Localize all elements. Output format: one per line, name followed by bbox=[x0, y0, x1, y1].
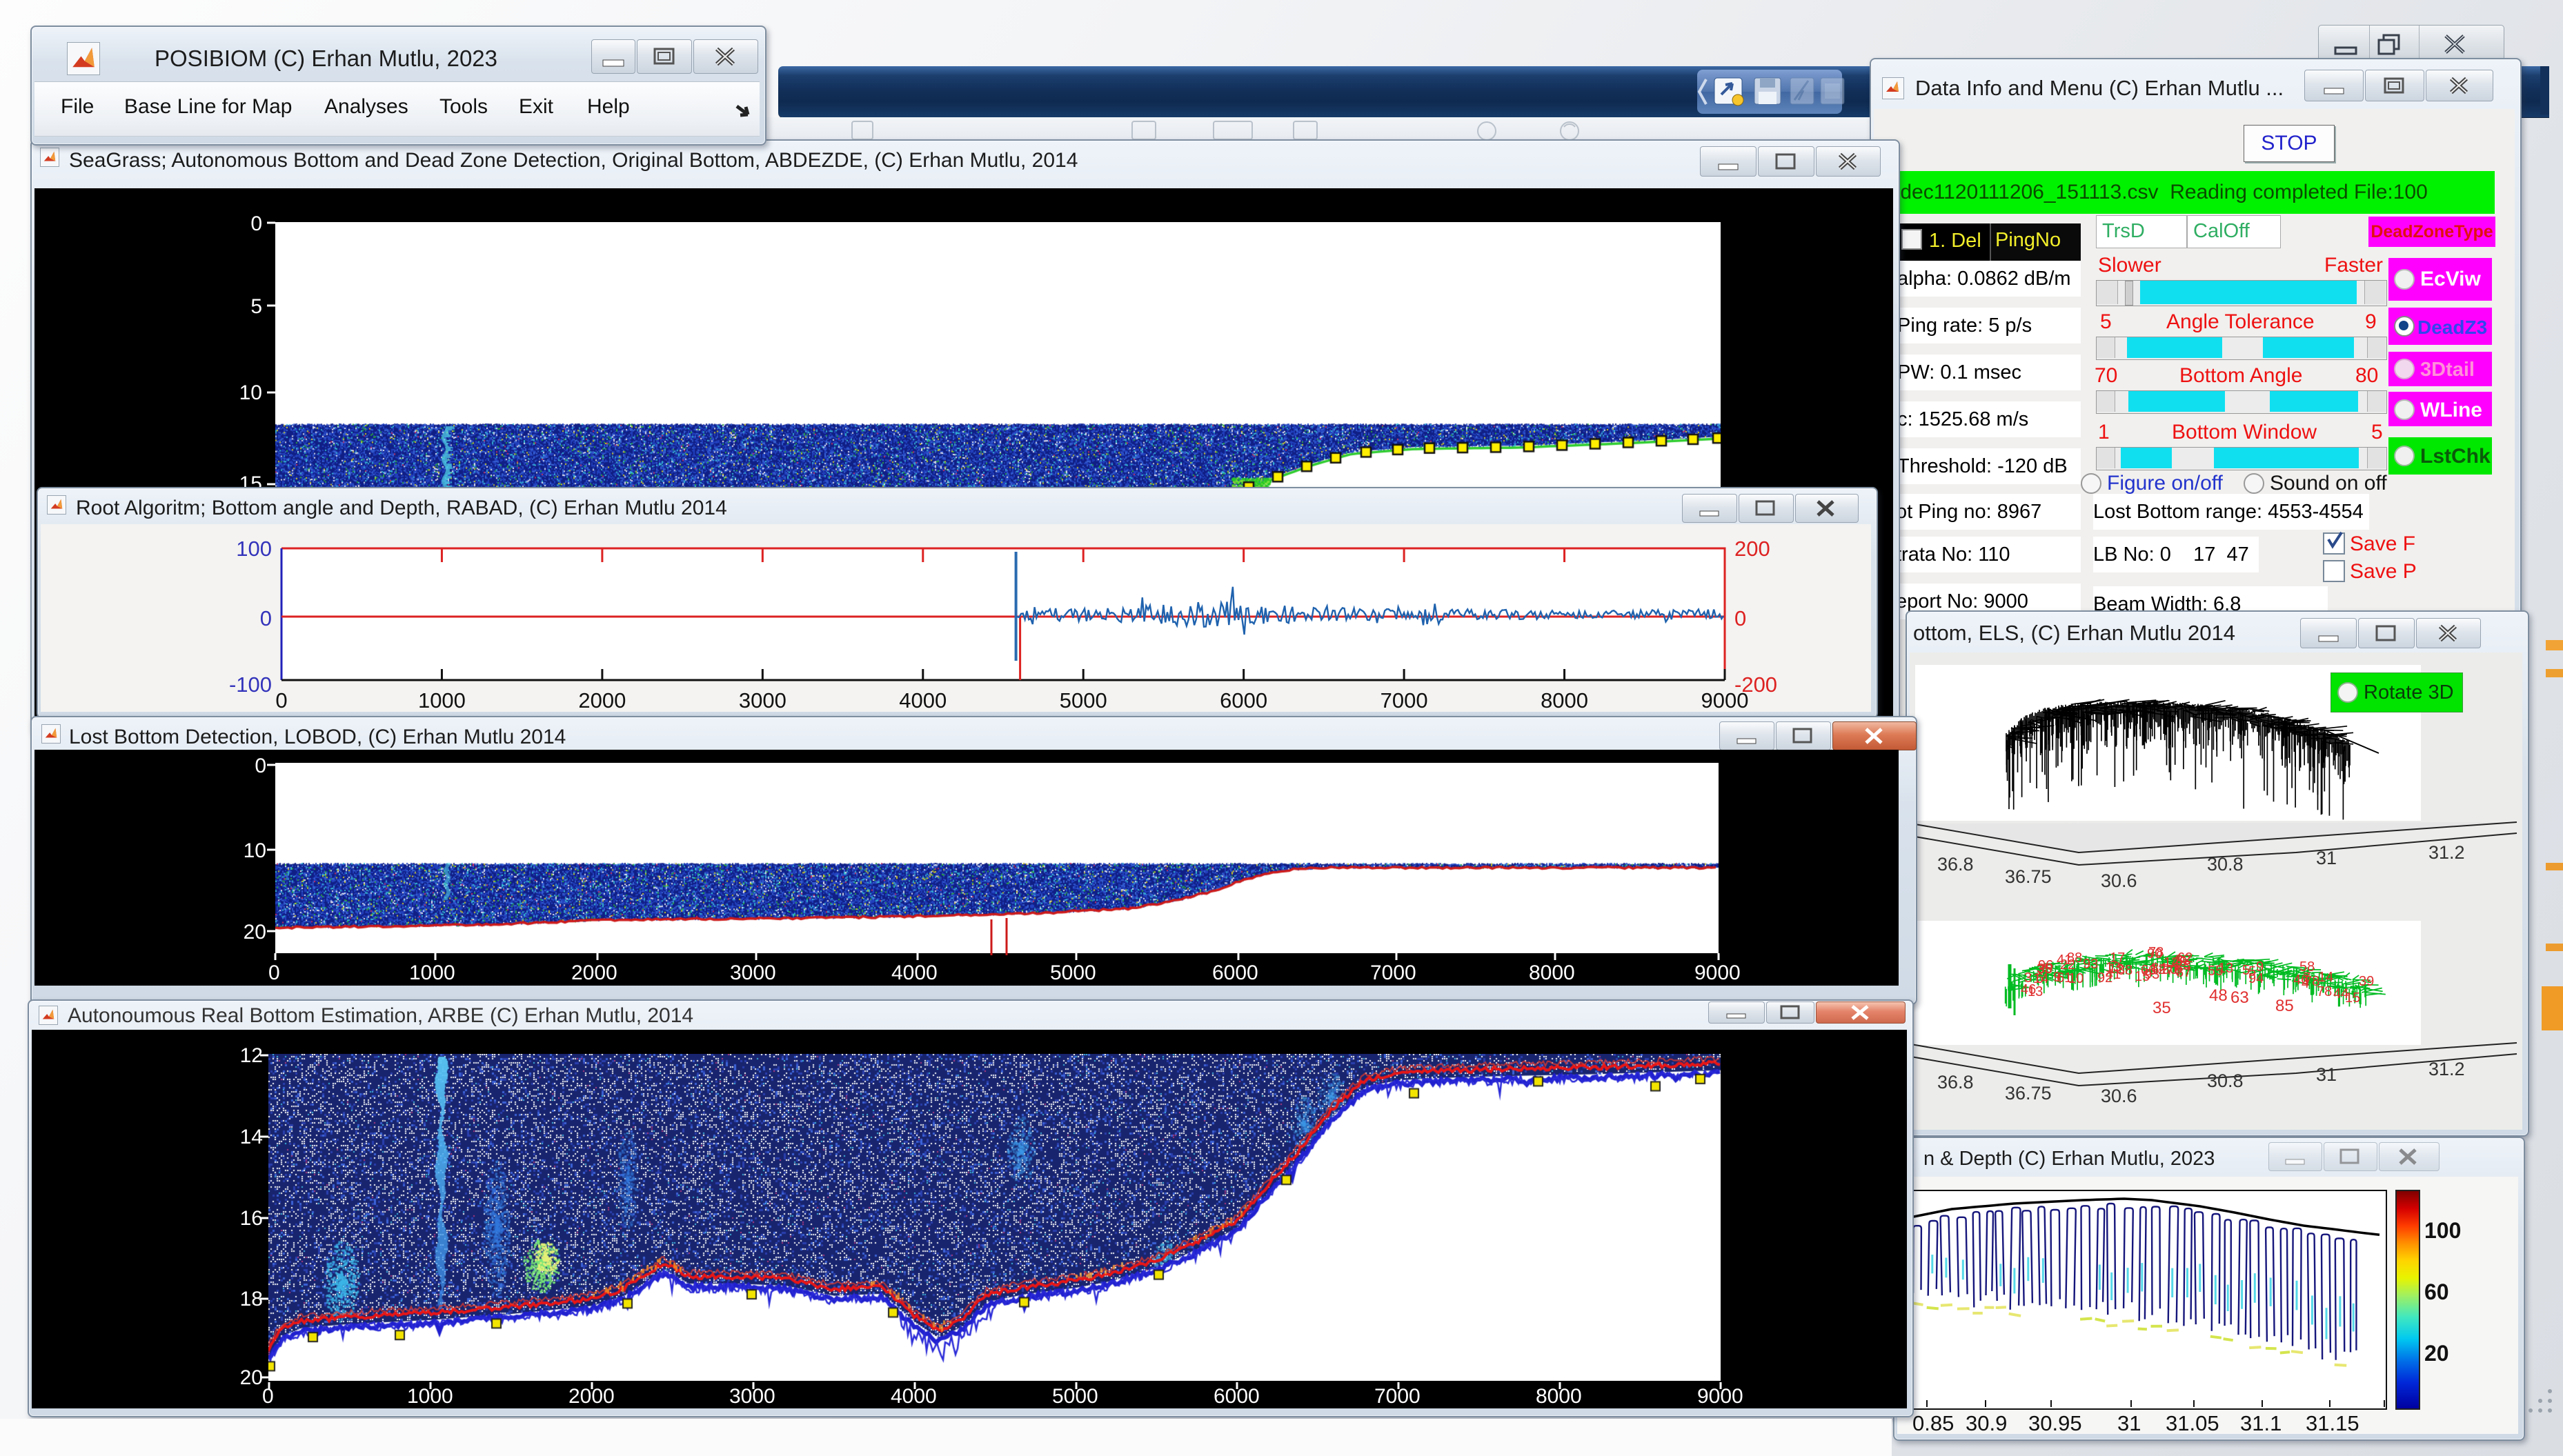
svg-text:36.75: 36.75 bbox=[2005, 1083, 2052, 1104]
svg-text:31: 31 bbox=[2316, 1064, 2337, 1085]
svg-text:2000: 2000 bbox=[578, 688, 626, 712]
svg-text:30.8: 30.8 bbox=[2207, 854, 2244, 875]
svg-text:90: 90 bbox=[2147, 946, 2162, 961]
svg-text:31: 31 bbox=[2316, 848, 2337, 868]
svg-text:61: 61 bbox=[2057, 970, 2072, 986]
svg-text:6000: 6000 bbox=[1220, 688, 1267, 712]
svg-text:41: 41 bbox=[2057, 953, 2072, 968]
svg-text:63: 63 bbox=[2230, 988, 2249, 1007]
svg-text:31.2: 31.2 bbox=[2428, 1059, 2465, 1079]
svg-text:36.8: 36.8 bbox=[1937, 1072, 1974, 1093]
svg-text:13: 13 bbox=[2218, 961, 2233, 976]
svg-text:1000: 1000 bbox=[418, 688, 466, 712]
svg-text:12: 12 bbox=[2108, 961, 2124, 977]
svg-text:58: 58 bbox=[2299, 959, 2315, 975]
svg-text:85: 85 bbox=[2275, 997, 2294, 1015]
svg-text:30.8: 30.8 bbox=[2207, 1070, 2244, 1091]
svg-text:36.75: 36.75 bbox=[2005, 866, 2052, 887]
svg-text:36.8: 36.8 bbox=[1937, 854, 1974, 875]
svg-text:39: 39 bbox=[2359, 974, 2374, 989]
svg-text:0: 0 bbox=[260, 606, 272, 630]
svg-text:48: 48 bbox=[2209, 986, 2228, 1005]
svg-text:31.2: 31.2 bbox=[2428, 842, 2465, 863]
svg-text:9000: 9000 bbox=[1701, 688, 1749, 712]
svg-text:7000: 7000 bbox=[1381, 688, 1428, 712]
svg-text:78: 78 bbox=[2304, 974, 2319, 989]
svg-text:15: 15 bbox=[2345, 990, 2360, 1006]
svg-text:93: 93 bbox=[2083, 957, 2098, 972]
svg-text:35: 35 bbox=[2153, 999, 2171, 1017]
svg-text:8000: 8000 bbox=[1541, 688, 1588, 712]
svg-text:5000: 5000 bbox=[1060, 688, 1107, 712]
svg-text:14: 14 bbox=[2318, 970, 2333, 985]
svg-text:3000: 3000 bbox=[739, 688, 786, 712]
svg-text:-100: -100 bbox=[229, 672, 272, 697]
svg-text:12: 12 bbox=[2150, 962, 2166, 977]
svg-text:0: 0 bbox=[275, 688, 287, 712]
svg-text:200: 200 bbox=[1734, 537, 1770, 561]
svg-text:4000: 4000 bbox=[899, 688, 947, 712]
svg-text:13: 13 bbox=[2028, 984, 2043, 999]
svg-text:94: 94 bbox=[2248, 971, 2264, 986]
svg-text:100: 100 bbox=[236, 537, 272, 561]
svg-text:30.6: 30.6 bbox=[2101, 870, 2137, 891]
svg-text:32: 32 bbox=[2175, 953, 2190, 968]
svg-text:0: 0 bbox=[1734, 606, 1746, 630]
svg-text:30.6: 30.6 bbox=[2101, 1086, 2137, 1106]
